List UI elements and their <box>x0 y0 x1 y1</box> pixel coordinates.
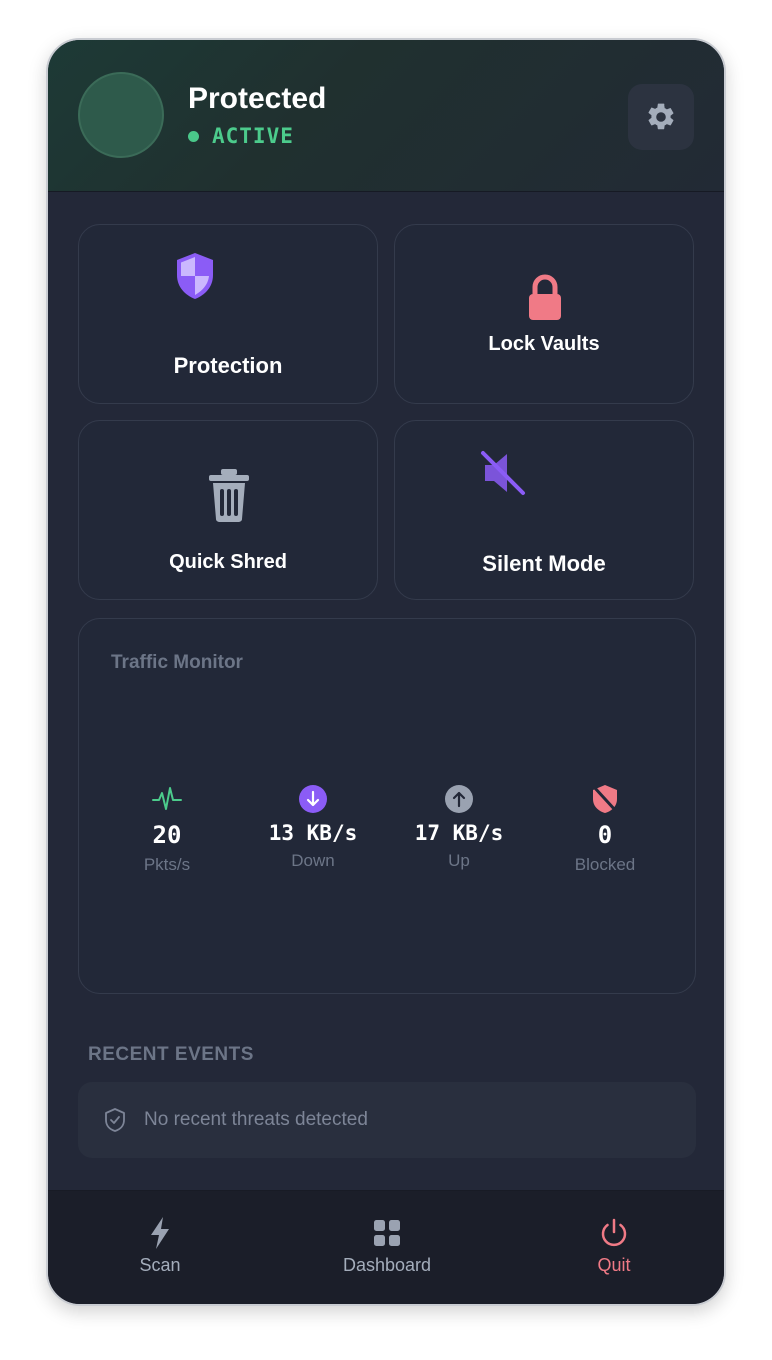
nav-dashboard[interactable]: Dashboard <box>307 1215 467 1276</box>
stat-upload: 17 KB/s Up <box>389 783 529 871</box>
stat-blocked: 0 Blocked <box>535 783 675 875</box>
nav-scan-label: Scan <box>139 1255 181 1275</box>
silent-mode-label: Silent Mode <box>482 551 606 576</box>
grid-icon <box>374 1220 400 1246</box>
upload-icon <box>445 785 473 813</box>
nav-scan[interactable]: Scan <box>80 1215 240 1276</box>
traffic-monitor-panel: Traffic Monitor 20 Pkts/s 13 KB/s Down 1… <box>78 618 696 994</box>
bottom-nav: Scan Dashboard Quit <box>48 1190 724 1304</box>
trash-icon <box>209 469 249 522</box>
bolt-icon <box>151 1217 169 1249</box>
lock-vaults-tile[interactable]: Lock Vaults <box>394 224 694 404</box>
shield-check-icon <box>105 1108 125 1132</box>
traffic-monitor-title: Traffic Monitor <box>111 652 243 673</box>
stat-caption: Blocked <box>574 855 636 874</box>
stat-value: 0 <box>597 821 613 849</box>
protection-label: Protection <box>173 353 283 378</box>
stat-caption: Pkts/s <box>143 855 191 874</box>
lock-icon <box>529 274 561 320</box>
gear-icon <box>648 103 674 130</box>
nav-dashboard-label: Dashboard <box>342 1255 432 1275</box>
activity-icon <box>152 787 182 810</box>
stat-download: 13 KB/s Down <box>243 783 383 871</box>
quick-shred-label: Quick Shred <box>169 551 287 573</box>
stat-packets: 20 Pkts/s <box>97 783 237 875</box>
silent-mode-tile[interactable]: Silent Mode <box>394 420 694 600</box>
recent-events-title: RECENT EVENTS <box>88 1044 254 1065</box>
status-dot <box>188 130 199 142</box>
stat-value: 17 KB/s <box>414 821 504 845</box>
recent-events-list: No recent threats detected <box>78 1082 696 1158</box>
nav-quit-label: Quit <box>597 1255 631 1275</box>
stat-caption: Down <box>291 851 335 870</box>
lock-vaults-label: Lock Vaults <box>488 333 600 355</box>
quick-shred-tile[interactable]: Quick Shred <box>78 420 378 600</box>
mute-icon <box>481 451 525 495</box>
header: Protected ACTIVE <box>48 40 724 192</box>
app-window: Protected ACTIVE Protection Lock Vaults <box>46 38 726 1306</box>
protection-tile[interactable]: Protection <box>78 224 378 404</box>
page-title: Protected <box>188 82 327 115</box>
nav-quit[interactable]: Quit <box>534 1215 694 1276</box>
download-icon <box>299 785 327 813</box>
stat-value: 13 KB/s <box>268 821 358 845</box>
avatar <box>78 72 164 158</box>
empty-state-text: No recent threats detected <box>144 1109 368 1130</box>
stat-value: 20 <box>152 821 182 849</box>
status-indicator: ACTIVE <box>188 124 294 148</box>
settings-button[interactable] <box>628 84 694 150</box>
stat-caption: Up <box>448 851 470 870</box>
status-badge: ACTIVE <box>212 124 294 148</box>
shield-off-icon <box>592 785 618 813</box>
shield-icon <box>177 253 213 299</box>
power-icon <box>601 1218 627 1247</box>
